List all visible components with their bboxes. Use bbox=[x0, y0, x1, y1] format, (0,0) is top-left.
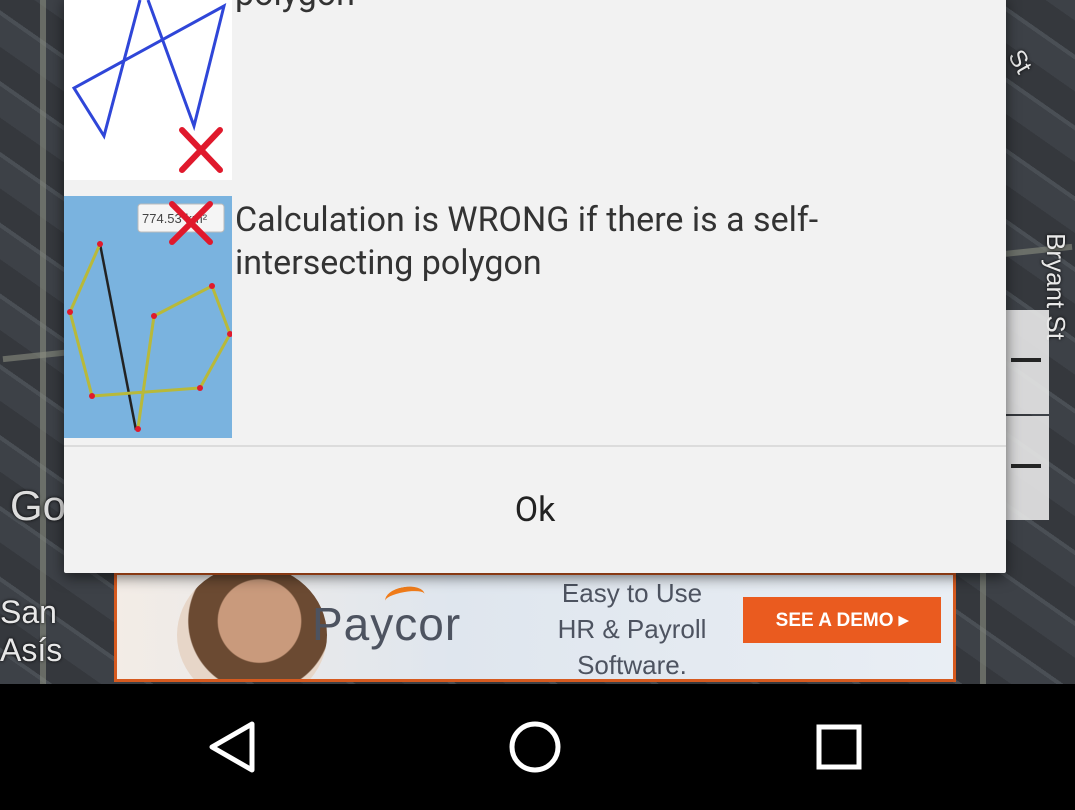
map-street-label: St bbox=[1002, 45, 1038, 79]
ad-logo: Paycor bbox=[312, 598, 462, 650]
dialog-row: polygon bbox=[64, 0, 1006, 180]
google-logo-partial: Go bbox=[10, 482, 67, 529]
map-place-label: San bbox=[0, 594, 57, 630]
ad-copy-line: HR & Payroll bbox=[557, 614, 707, 644]
map-road bbox=[40, 0, 46, 684]
wrong-x-icon bbox=[179, 127, 223, 173]
dialog-row: 774.53 km² Calculation is WRONG if there… bbox=[64, 196, 1006, 440]
dialog-row-text: Calculation is WRONG if there is a self-… bbox=[235, 200, 819, 283]
recents-button[interactable] bbox=[774, 684, 904, 810]
home-circle-icon bbox=[509, 721, 561, 773]
home-button[interactable] bbox=[470, 684, 600, 810]
ad-banner[interactable]: Paycor Easy to Use HR & Payroll Software… bbox=[114, 572, 956, 682]
map-place-label: Asís bbox=[0, 632, 63, 668]
map-zoom-control[interactable] bbox=[1003, 416, 1049, 520]
dialog-row-text: polygon bbox=[235, 0, 876, 16]
back-triangle-icon bbox=[209, 721, 255, 773]
help-dialog: polygon 774.53 km² Calculation is WRONG bbox=[64, 0, 1006, 573]
ad-person-image bbox=[177, 575, 327, 679]
map-zoom-control[interactable] bbox=[1003, 310, 1049, 414]
self-intersecting-polygon-illustration bbox=[64, 0, 232, 180]
ok-button[interactable]: Ok bbox=[64, 447, 1006, 573]
ad-copy: Easy to Use HR & Payroll Software. bbox=[547, 575, 717, 680]
system-nav-bar bbox=[0, 684, 1075, 810]
ad-cta-button[interactable]: SEE A DEMO ▸ bbox=[743, 597, 941, 643]
ad-copy-line: Software. bbox=[577, 650, 687, 680]
recents-square-icon bbox=[816, 724, 862, 770]
ad-copy-line: Easy to Use bbox=[561, 578, 703, 608]
back-button[interactable] bbox=[168, 684, 298, 810]
map-polygon-example-image: 774.53 km² bbox=[64, 196, 233, 438]
